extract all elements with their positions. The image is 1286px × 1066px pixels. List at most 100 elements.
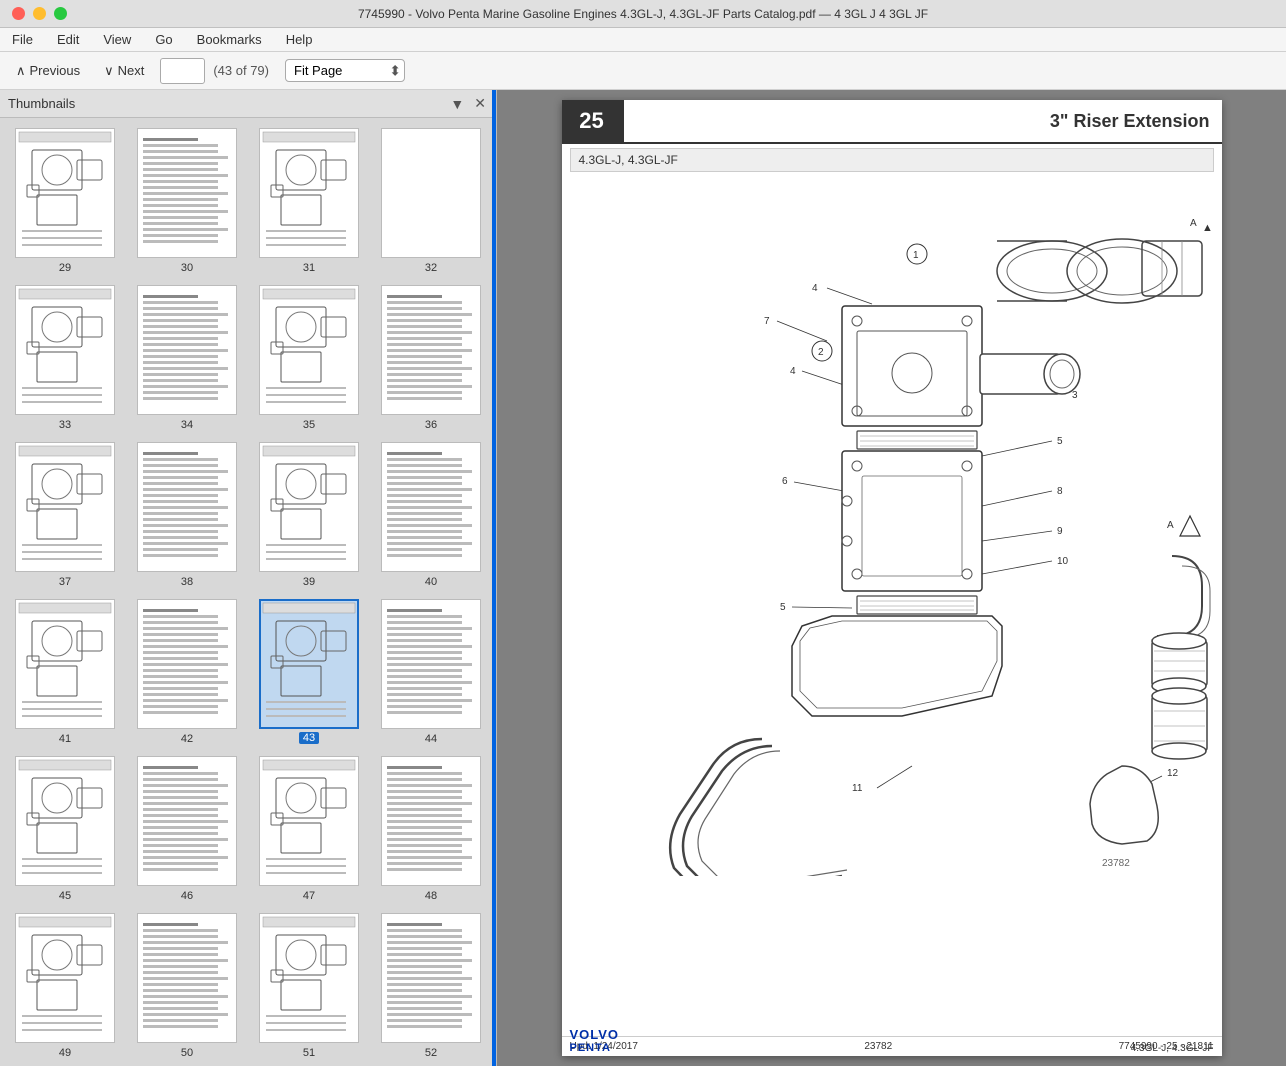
thumb-content [139,601,235,727]
thumb-content [261,444,357,570]
svg-text:4: 4 [812,283,818,294]
page-number: 25 [579,108,603,134]
thumb-content [17,758,113,884]
sidebar-close-button[interactable]: ✕ [472,93,488,114]
thumbnail-item[interactable]: 51 [248,907,370,1064]
thumb-number: 34 [179,418,195,432]
thumb-content [261,601,357,727]
thumbnail-item[interactable]: 32 [370,122,492,279]
minimize-button[interactable] [33,7,46,20]
thumb-image [15,756,115,886]
thumbnail-item[interactable]: 49 [4,907,126,1064]
thumb-content [17,287,113,413]
svg-text:23782: 23782 [1102,858,1130,869]
page-title-box: 3" Riser Extension [622,100,1222,142]
svg-text:12: 12 [1167,768,1179,779]
thumb-content [139,758,235,884]
thumb-image [137,913,237,1043]
thumbnail-item[interactable]: 47 [248,750,370,907]
next-button[interactable]: ∨ Next [96,59,152,83]
thumb-number: 45 [57,889,73,903]
thumb-content [261,758,357,884]
page-header: 25 3" Riser Extension [562,100,1222,144]
footer-logo: VOLVO PENTA [570,1027,620,1056]
thumbnail-item[interactable]: 42 [126,593,248,750]
thumbnail-item[interactable]: 36 [370,279,492,436]
thumb-content [261,915,357,1041]
page-number-box: 25 [562,100,622,142]
thumbnail-item[interactable]: 29 [4,122,126,279]
penta-logo: PENTA [570,1042,620,1054]
thumbnail-item[interactable]: 50 [126,907,248,1064]
model-strip: 4.3GL-J, 4.3GL-JF [570,148,1214,172]
thumb-content [17,444,113,570]
thumbnail-item[interactable]: 30 [126,122,248,279]
fit-select-wrapper: Fit Page Fit Width Actual Size 75% 100% … [285,59,405,82]
svg-text:4: 4 [790,366,796,377]
thumbnail-item[interactable]: 38 [126,436,248,593]
thumbnail-item[interactable]: 31 [248,122,370,279]
svg-text:7: 7 [764,316,770,327]
maximize-button[interactable] [54,7,67,20]
thumb-number: 37 [57,575,73,589]
fit-select[interactable]: Fit Page Fit Width Actual Size 75% 100% … [285,59,405,82]
thumb-number: 29 [57,261,73,275]
thumb-image [15,285,115,415]
thumbnail-item[interactable]: 48 [370,750,492,907]
sidebar-collapse-button[interactable]: ▼ [448,94,466,114]
thumb-number: 35 [301,418,317,432]
thumbnail-item[interactable]: 34 [126,279,248,436]
thumbnail-item[interactable]: 39 [248,436,370,593]
thumb-image [15,128,115,258]
thumbnail-item[interactable]: 52 [370,907,492,1064]
thumb-image [137,599,237,729]
menu-edit[interactable]: Edit [53,30,83,49]
thumbnail-item[interactable]: 40 [370,436,492,593]
thumb-image [381,442,481,572]
thumbnail-item[interactable]: 37 [4,436,126,593]
thumbnail-item[interactable]: 46 [126,750,248,907]
thumb-image [15,442,115,572]
page-input[interactable]: 43 [160,58,205,84]
thumb-image [259,913,359,1043]
parts-diagram: ▲ A 1 [562,176,1222,876]
menu-bookmarks[interactable]: Bookmarks [193,30,266,49]
thumb-content [383,130,479,256]
svg-text:10: 10 [1057,556,1069,567]
thumbnail-item[interactable]: 41 [4,593,126,750]
menu-go[interactable]: Go [151,30,176,49]
menu-help[interactable]: Help [282,30,317,49]
sidebar-controls: ▼ ✕ [448,93,488,114]
thumb-content [383,444,479,570]
volvo-logo: VOLVO [570,1027,620,1042]
thumb-number: 46 [179,889,195,903]
pdf-viewer[interactable]: 25 3" Riser Extension 4.3GL-J, 4.3GL-JF … [497,90,1286,1066]
thumb-content [383,287,479,413]
sidebar: Thumbnails ▼ ✕ 2930313233343536373839404… [0,90,497,1066]
footer-center-info: 23782 [864,1041,892,1052]
toolbar: ∧ Previous ∨ Next 43 (43 of 79) Fit Page… [0,52,1286,90]
thumbnail-item[interactable]: 43 [248,593,370,750]
thumb-number: 49 [57,1046,73,1060]
next-label: Next [118,63,145,78]
menu-file[interactable]: File [8,30,37,49]
thumb-content [139,287,235,413]
thumb-number: 33 [57,418,73,432]
thumb-number: 41 [57,732,73,746]
thumb-content [139,130,235,256]
window-controls [12,7,67,20]
thumbnail-item[interactable]: 44 [370,593,492,750]
thumbnail-item[interactable]: 33 [4,279,126,436]
footer-model-right: 4.3GL-J, 4.3GL-JF [1131,1043,1214,1054]
sidebar-scroll[interactable]: 29 30 3132 33 34 35 36 37 383940 41 424344 45 46 4748… [0,118,496,1066]
thumbnail-item[interactable]: 45 [4,750,126,907]
close-button[interactable] [12,7,25,20]
menu-view[interactable]: View [99,30,135,49]
thumb-number: 30 [179,261,195,275]
thumbnail-item[interactable]: 35 [248,279,370,436]
thumb-content [261,287,357,413]
menubar: File Edit View Go Bookmarks Help [0,28,1286,52]
thumb-image [381,756,481,886]
previous-button[interactable]: ∧ Previous [8,59,88,83]
svg-text:1: 1 [913,250,919,261]
